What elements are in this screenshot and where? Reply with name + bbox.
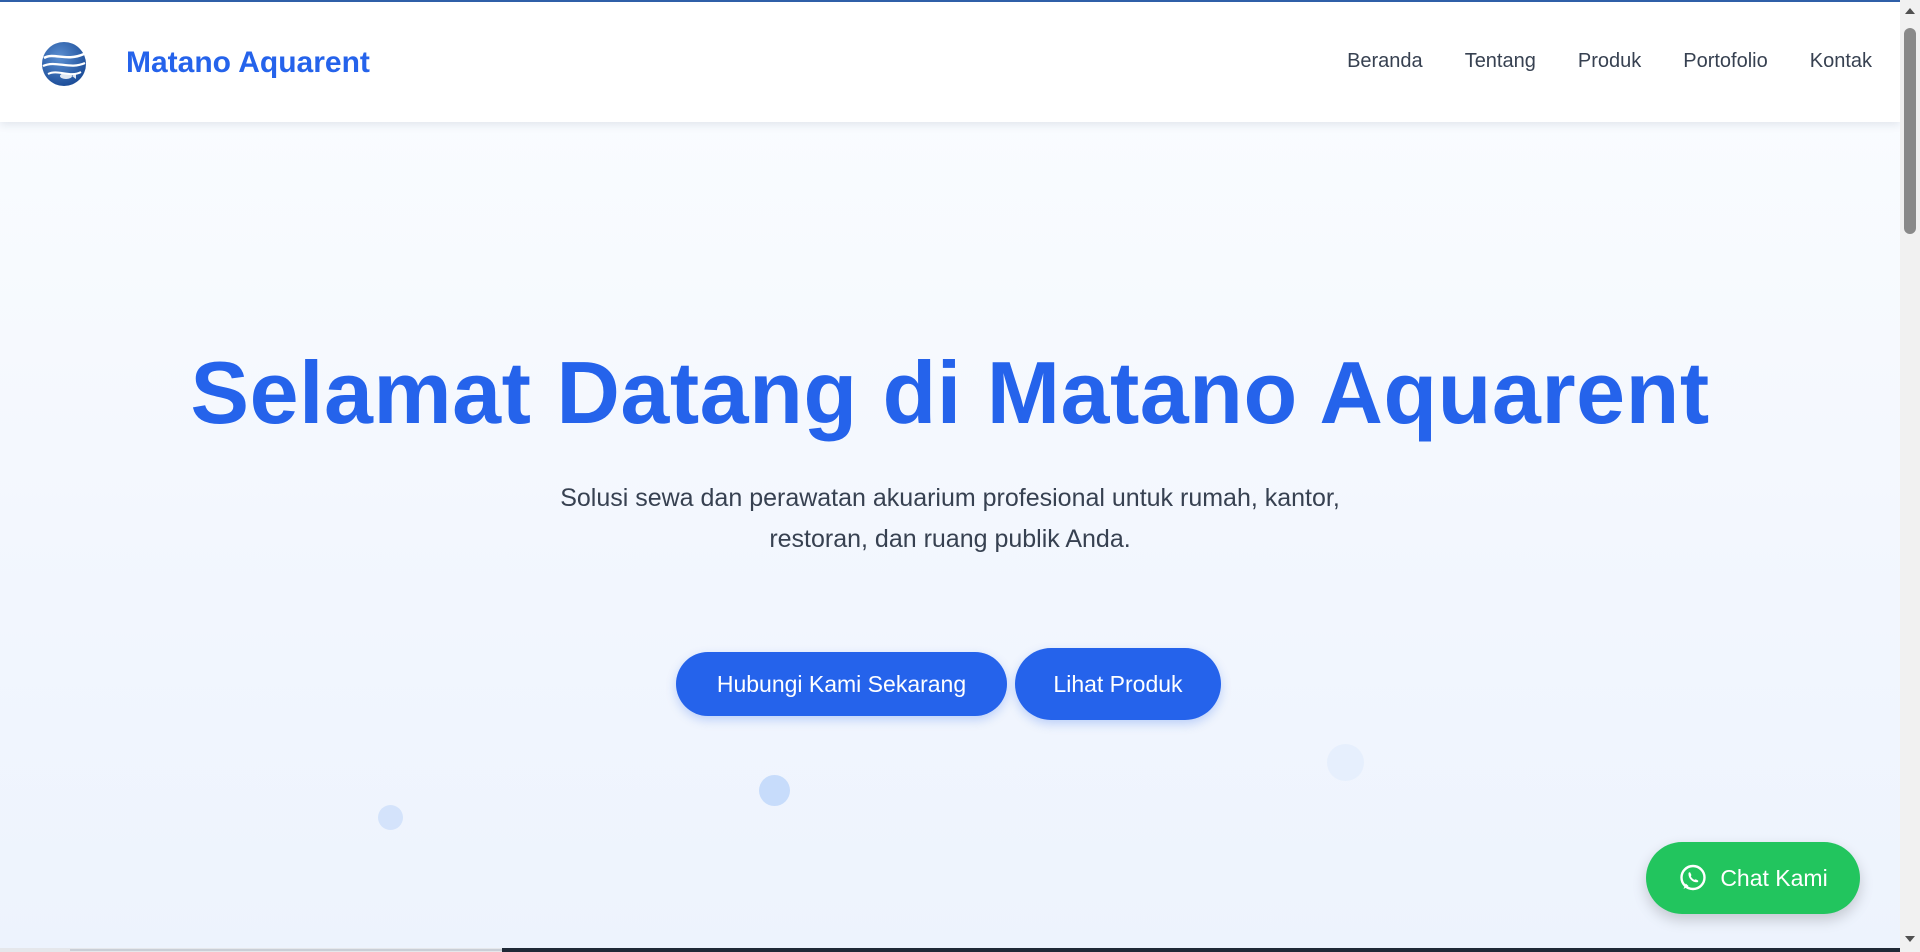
whatsapp-icon: [1678, 863, 1708, 893]
nav-link-tentang[interactable]: Tentang: [1465, 50, 1536, 73]
hero-title: Selamat Datang di Matano Aquarent: [190, 343, 1710, 442]
top-accent-strip: [0, 0, 1900, 2]
scroll-down-arrow-icon[interactable]: [1905, 936, 1915, 942]
nav-link-beranda[interactable]: Beranda: [1347, 50, 1423, 73]
hero-subtitle: Solusi sewa dan perawatan akuarium profe…: [560, 484, 1340, 553]
brand-name[interactable]: Matano Aquarent: [126, 46, 370, 80]
main-navigation: Beranda Tentang Produk Portofolio Kontak: [1347, 50, 1872, 73]
nav-link-produk[interactable]: Produk: [1578, 50, 1641, 73]
decorative-bubble: [759, 775, 790, 806]
chat-widget-label: Chat Kami: [1720, 864, 1828, 891]
bottom-edge-segment: [502, 948, 1900, 952]
page-background: Matano Aquarent Beranda Tentang Produk P…: [0, 0, 1900, 952]
nav-link-portofolio[interactable]: Portofolio: [1683, 50, 1768, 73]
view-products-button[interactable]: Lihat Produk: [1015, 648, 1221, 720]
bottom-edge-segment: [70, 949, 502, 951]
vertical-scrollbar[interactable]: [1900, 0, 1920, 952]
chat-widget-button[interactable]: Chat Kami: [1646, 842, 1860, 914]
decorative-bubble: [1327, 744, 1364, 781]
brand-logo-icon[interactable]: [36, 36, 92, 92]
contact-now-button[interactable]: Hubungi Kami Sekarang: [676, 652, 1007, 716]
nav-link-kontak[interactable]: Kontak: [1810, 50, 1872, 73]
scroll-up-arrow-icon[interactable]: [1905, 8, 1915, 14]
page-bottom-edge: [0, 948, 1900, 952]
navbar: Matano Aquarent Beranda Tentang Produk P…: [0, 2, 1900, 122]
decorative-bubble: [378, 805, 403, 830]
scrollbar-thumb[interactable]: [1904, 28, 1916, 234]
